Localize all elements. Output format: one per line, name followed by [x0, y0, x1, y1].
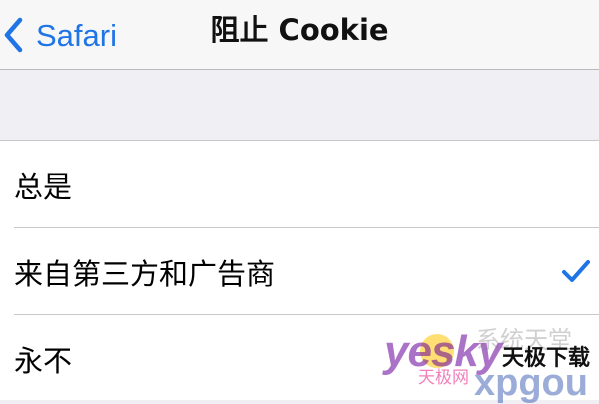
group-header-spacer: [0, 70, 599, 140]
option-row-third-party[interactable]: 来自第三方和广告商: [0, 228, 599, 315]
navigation-bar: Safari 阻止 Cookie: [0, 0, 599, 70]
option-row-never[interactable]: 永不: [0, 315, 599, 402]
checkmark-icon: [562, 260, 590, 282]
back-button[interactable]: Safari: [0, 0, 117, 70]
option-label: 永不: [14, 343, 73, 378]
chevron-left-icon: [4, 17, 23, 53]
cookie-options-list: 总是 来自第三方和广告商 永不: [0, 140, 599, 400]
option-row-always[interactable]: 总是: [0, 141, 599, 228]
back-button-label: Safari: [36, 17, 117, 53]
option-label: 来自第三方和广告商: [14, 256, 276, 291]
option-label: 总是: [14, 169, 73, 204]
